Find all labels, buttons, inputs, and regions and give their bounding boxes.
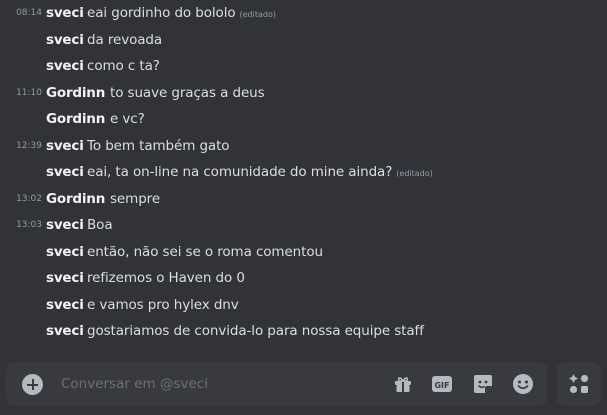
- message-author[interactable]: sveci: [46, 266, 84, 290]
- message-timestamp: 13:02: [16, 193, 42, 204]
- message-body: sempre: [110, 190, 161, 207]
- message-row[interactable]: sveci como c ta?: [0, 54, 607, 78]
- message-author[interactable]: sveci: [46, 134, 84, 158]
- message-text: refizemos o Haven do 0: [87, 266, 245, 290]
- message-author[interactable]: sveci: [46, 54, 84, 78]
- gift-button[interactable]: [392, 373, 414, 395]
- message-author[interactable]: sveci: [46, 28, 84, 52]
- message-row[interactable]: Gordinn e vc?: [0, 107, 607, 131]
- message-text: como c ta?: [87, 54, 160, 78]
- message-body: e vamos pro hylex dnv: [87, 296, 239, 313]
- message-row[interactable]: sveci então, não sei se o roma comentou: [0, 240, 607, 264]
- apps-icon: [569, 374, 589, 394]
- message-body: eai gordinho do bololo: [87, 5, 236, 21]
- message-body: eai, ta on-line na comunidade do mine ai…: [87, 164, 393, 180]
- message-text: e vc?: [110, 107, 145, 131]
- message-body: da revoada: [87, 31, 163, 48]
- message-author[interactable]: Gordinn: [46, 107, 105, 131]
- message-timestamp: 13:03: [16, 220, 42, 230]
- message-author[interactable]: sveci: [46, 1, 84, 25]
- add-attachment-button[interactable]: [22, 374, 43, 395]
- sticker-button[interactable]: [472, 373, 494, 395]
- message-body: e vc?: [110, 111, 145, 127]
- message-row[interactable]: sveci refizemos o Haven do 0: [0, 266, 607, 290]
- message-author[interactable]: sveci: [46, 293, 84, 317]
- message-row[interactable]: sveci e vamos pro hylex dnv: [0, 293, 607, 317]
- message-body: gostariamos de convida-lo para nossa equ…: [87, 323, 424, 339]
- sticker-icon: [474, 375, 492, 393]
- message-text: e vamos pro hylex dnv: [87, 293, 239, 317]
- message-body: então, não sei se o roma comentou: [87, 243, 323, 260]
- apps-button[interactable]: [557, 362, 601, 406]
- message-row[interactable]: 11:10 Gordinn to suave graças a deus: [0, 81, 607, 105]
- message-text: sempre: [110, 187, 160, 211]
- message-row[interactable]: sveci da revoada: [0, 28, 607, 52]
- message-row[interactable]: 12:39 sveci To bem também gato: [0, 134, 607, 158]
- emoji-button[interactable]: [512, 373, 534, 395]
- message-author[interactable]: sveci: [46, 240, 84, 264]
- message-text: então, não sei se o roma comentou: [87, 240, 323, 264]
- gif-button[interactable]: GIF: [431, 373, 453, 395]
- message-author[interactable]: sveci: [46, 160, 84, 184]
- message-text: gostariamos de convida-lo para nossa equ…: [87, 319, 424, 343]
- edited-label: (editado): [396, 169, 433, 178]
- message-body: como c ta?: [87, 58, 160, 74]
- message-author[interactable]: sveci: [46, 213, 84, 237]
- message-text: eai gordinho do bololo (editado): [87, 1, 276, 27]
- message-composer: GIF: [6, 362, 547, 406]
- message-body: to suave graças a deus: [110, 84, 265, 101]
- svg-text:GIF: GIF: [434, 381, 449, 390]
- message-row[interactable]: 13:03 sveci Boa: [0, 213, 607, 237]
- gif-icon: GIF: [432, 376, 452, 392]
- message-text: Boa: [87, 213, 113, 237]
- message-text: To bem também gato: [87, 134, 230, 158]
- message-timestamp: 11:10: [16, 87, 42, 98]
- message-row[interactable]: 08:14 sveci eai gordinho do bololo (editado…: [0, 1, 607, 25]
- message-author[interactable]: sveci: [46, 319, 84, 343]
- emoji-icon: [513, 374, 533, 394]
- message-row[interactable]: sveci gostariamos de convida-lo para noss…: [0, 319, 607, 343]
- message-timestamp: 08:14: [16, 8, 42, 18]
- message-body: refizemos o Haven do 0: [87, 270, 245, 286]
- message-input[interactable]: [54, 362, 381, 406]
- message-author[interactable]: Gordinn: [46, 81, 105, 105]
- message-author[interactable]: Gordinn: [46, 187, 105, 211]
- message-body: To bem também gato: [87, 137, 230, 154]
- message-text: da revoada: [87, 28, 162, 52]
- message-text: eai, ta on-line na comunidade do mine ai…: [87, 160, 433, 186]
- message-text: to suave graças a deus: [110, 81, 265, 105]
- message-timestamp: 12:39: [16, 140, 42, 151]
- message-body: Boa: [87, 217, 113, 233]
- message-row[interactable]: 13:02 Gordinn sempre: [0, 187, 607, 211]
- edited-label: (editado): [239, 10, 276, 19]
- gift-icon: [395, 377, 411, 392]
- message-row[interactable]: sveci eai, ta on-line na comunidade do mi…: [0, 160, 607, 184]
- dm-chat-window: 08:14 sveci eai gordinho do bololo (editado…: [0, 0, 607, 415]
